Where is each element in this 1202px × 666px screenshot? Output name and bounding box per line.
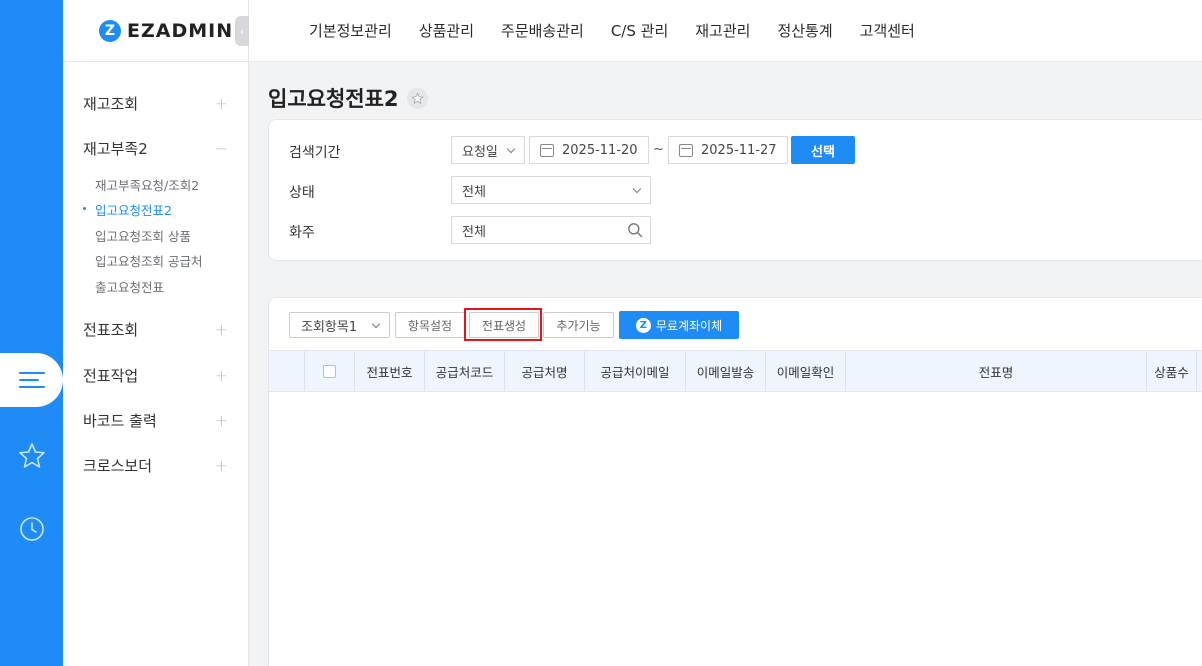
status-select[interactable]: 전체 <box>451 176 651 204</box>
expand-icon: + <box>214 411 228 430</box>
nav-group-stock-inquiry[interactable]: 재고조회 + <box>83 93 228 114</box>
free-transfer-button[interactable]: Z 무료계좌이체 <box>619 311 739 339</box>
date-from-input[interactable]: 2025-11-20 <box>529 136 649 164</box>
extra-function-button[interactable]: 추가기능 <box>543 312 614 338</box>
nav-group-crossborder[interactable]: 크로스보더 + <box>83 455 228 476</box>
ez-logo-icon: Z <box>635 317 651 333</box>
collapse-icon: − <box>214 139 228 158</box>
expand-icon: + <box>214 456 228 475</box>
logo-icon: Z <box>99 19 121 42</box>
header-spacer <box>269 351 305 391</box>
view-items-select[interactable]: 조회항목1 <box>289 312 390 338</box>
topnav-orders[interactable]: 주문배송관리 <box>501 20 584 41</box>
topnav-inventory[interactable]: 재고관리 <box>695 20 750 41</box>
page-title: 입고요청전표2 <box>268 87 399 111</box>
topnav-settlement[interactable]: 정산통계 <box>777 20 832 41</box>
topnav-basic-info[interactable]: 기본정보관리 <box>309 20 392 41</box>
date-to-input[interactable]: 2025-11-27 <box>668 136 788 164</box>
col-supplier-code[interactable]: 공급처코드 <box>425 351 505 391</box>
nav-group-barcode[interactable]: 바코드 출력 + <box>83 410 228 431</box>
nav-group-label: 바코드 출력 <box>83 412 157 430</box>
search-icon[interactable] <box>627 222 643 238</box>
menu-button[interactable] <box>0 353 63 407</box>
col-email-confirmed[interactable]: 이메일확인 <box>766 351 846 391</box>
nav-group-stock-shortage[interactable]: 재고부족2 − <box>83 138 228 159</box>
view-items-value: 조회항목1 <box>301 319 358 335</box>
logo[interactable]: Z EZADMIN ‹ <box>63 0 249 62</box>
nav-group-label: 재고부족2 <box>83 140 148 158</box>
nav-group-label: 전표작업 <box>83 367 139 385</box>
table-header: 전표번호 공급처코드 공급처명 공급처이메일 이메일발송 이메일확인 전표명 상… <box>269 350 1202 392</box>
topnav-support[interactable]: 고객센터 <box>860 20 915 41</box>
logo-text: EZADMIN <box>127 19 234 42</box>
star-icon[interactable] <box>17 441 47 471</box>
free-transfer-label: 무료계좌이체 <box>655 318 723 333</box>
col-supplier-email[interactable]: 공급처이메일 <box>585 351 686 391</box>
highlight-box <box>464 308 542 341</box>
col-product-count[interactable]: 상품수 <box>1147 351 1197 391</box>
date-to-value: 2025-11-27 <box>701 142 777 158</box>
expand-icon: + <box>214 94 228 113</box>
col-email-sent[interactable]: 이메일발송 <box>686 351 766 391</box>
chevron-down-icon <box>632 184 642 194</box>
col-supplier-name[interactable]: 공급처명 <box>505 351 585 391</box>
topnav-products[interactable]: 상품관리 <box>419 20 474 41</box>
owner-label: 화주 <box>289 225 315 241</box>
select-date-button[interactable]: 선택 <box>791 136 855 164</box>
select-all-checkbox[interactable] <box>323 364 336 378</box>
date-from-value: 2025-11-20 <box>562 142 638 158</box>
favorite-star-icon[interactable] <box>406 87 428 109</box>
clock-icon[interactable] <box>17 514 47 544</box>
nav-group-label: 재고조회 <box>83 95 139 113</box>
sidebar-item-shortage-request[interactable]: 재고부족요청/조회2 <box>95 175 199 194</box>
top-bar: 기본정보관리 상품관리 주문배송관리 C/S 관리 재고관리 정산통계 고객센터 <box>249 0 1202 62</box>
chevron-down-icon <box>371 319 381 329</box>
page-title-row: 입고요청전표2 <box>268 83 428 113</box>
nav-group-label: 전표조회 <box>83 321 139 339</box>
owner-value: 전체 <box>462 224 486 240</box>
hamburger-icon <box>18 367 45 393</box>
collapse-sidebar-button[interactable]: ‹ <box>235 16 249 46</box>
topnav-cs[interactable]: C/S 관리 <box>611 20 668 41</box>
period-label: 검색기간 <box>289 145 341 161</box>
col-slip-number[interactable]: 전표번호 <box>355 351 425 391</box>
search-panel: 검색기간 요청일 2025-11-20 ~ 2025-11-27 선택 상태 전… <box>268 119 1202 261</box>
calendar-icon <box>540 143 554 157</box>
sidebar-item-inbound-slip[interactable]: 입고요청전표2 <box>83 200 172 219</box>
sidebar-item-inbound-products[interactable]: 입고요청조회 상품 <box>95 226 191 245</box>
sidebar-item-outbound-slip[interactable]: 출고요청전표 <box>95 277 164 296</box>
side-navigation: Z EZADMIN ‹ 재고조회 + 재고부족2 − 재고부족요청/조회2 입고… <box>63 0 249 666</box>
status-label: 상태 <box>289 185 315 201</box>
expand-icon: + <box>214 366 228 385</box>
col-slip-name[interactable]: 전표명 <box>846 351 1147 391</box>
top-navigation: 기본정보관리 상품관리 주문배송관리 C/S 관리 재고관리 정산통계 고객센터 <box>309 20 942 41</box>
list-panel: 조회항목1 항목설정 전표생성 추가기능 Z 무료계좌이체 전표번호 공급처코드… <box>268 297 1202 666</box>
app-rail <box>0 0 63 666</box>
nav-group-slip-work[interactable]: 전표작업 + <box>83 365 228 386</box>
sidebar-item-inbound-suppliers[interactable]: 입고요청조회 공급처 <box>95 251 202 270</box>
date-type-value: 요청일 <box>462 144 498 160</box>
item-settings-button[interactable]: 항목설정 <box>395 312 465 338</box>
calendar-icon <box>679 143 693 157</box>
date-type-select[interactable]: 요청일 <box>451 136 525 164</box>
date-separator: ~ <box>653 142 664 157</box>
nav-group-slip-inquiry[interactable]: 전표조회 + <box>83 319 228 340</box>
select-all-cell <box>305 351 355 391</box>
status-value: 전체 <box>462 184 486 200</box>
chevron-down-icon <box>506 144 516 154</box>
expand-icon: + <box>214 320 228 339</box>
owner-search-input[interactable]: 전체 <box>451 216 651 244</box>
nav-group-label: 크로스보더 <box>83 457 153 475</box>
